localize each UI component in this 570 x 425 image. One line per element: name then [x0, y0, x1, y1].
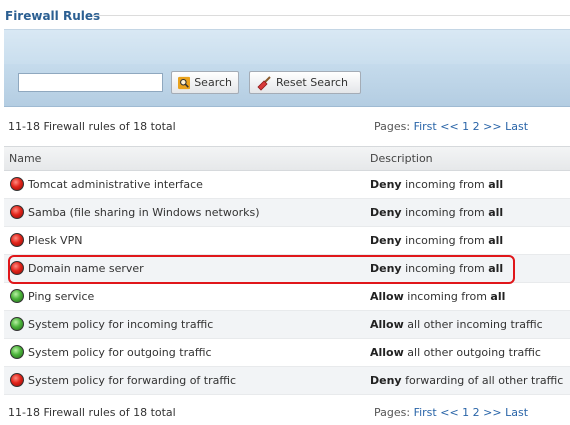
reset-button-label: Reset Search: [276, 76, 349, 89]
rule-action: Allow: [370, 346, 404, 359]
pages-label: Pages:: [374, 120, 411, 133]
table-row[interactable]: Domain name server Deny incoming from all: [4, 255, 570, 283]
search-icon: [178, 76, 191, 89]
first-page-link[interactable]: First: [414, 120, 437, 133]
section-header: Firewall Rules: [0, 0, 570, 28]
rule-description: Deny incoming from all: [370, 178, 503, 191]
rule-description: Deny incoming from all: [370, 262, 503, 275]
search-input[interactable]: [18, 73, 163, 92]
prev-page-link[interactable]: <<: [440, 120, 458, 133]
rule-name-link[interactable]: Domain name server: [28, 262, 144, 275]
status-deny-icon: [10, 233, 24, 247]
table-header: Name Description: [4, 146, 570, 171]
table-row[interactable]: System policy for outgoing traffic Allow …: [4, 339, 570, 367]
table-row[interactable]: Ping service Allow incoming from all: [4, 283, 570, 311]
table-row[interactable]: System policy for forwarding of traffic D…: [4, 367, 570, 395]
pagination-bar-bottom: 11-18 Firewall rules of 18 total Pages: …: [4, 400, 570, 425]
rule-target: all: [488, 262, 504, 275]
toolbar-band: [4, 29, 570, 65]
column-header-name[interactable]: Name: [9, 152, 41, 165]
title-divider: [94, 15, 570, 16]
pagination: Pages: First << 1 2 >> Last: [374, 120, 528, 133]
rule-description: Allow incoming from all: [370, 290, 505, 303]
rule-scope: incoming from: [405, 234, 485, 247]
rule-name-link[interactable]: Ping service: [28, 290, 94, 303]
rule-name-link[interactable]: Plesk VPN: [28, 234, 82, 247]
reset-search-button[interactable]: Reset Search: [249, 71, 361, 94]
rule-action: Allow: [370, 290, 404, 303]
rule-action: Allow: [370, 318, 404, 331]
rule-action: Deny: [370, 374, 402, 387]
table-row[interactable]: Samba (file sharing in Windows networks)…: [4, 199, 570, 227]
pages-label-bottom: Pages:: [374, 406, 411, 419]
rule-description: Deny incoming from all: [370, 206, 503, 219]
rule-scope: incoming from: [405, 262, 485, 275]
last-page-link-bottom[interactable]: Last: [505, 406, 528, 419]
table-row[interactable]: Plesk VPN Deny incoming from all: [4, 227, 570, 255]
next-page-link[interactable]: >>: [483, 120, 501, 133]
status-allow-icon: [10, 289, 24, 303]
rule-description: Allow all other outgoing traffic: [370, 346, 541, 359]
rule-scope: all other incoming traffic: [407, 318, 543, 331]
rule-name-link[interactable]: System policy for outgoing traffic: [28, 346, 212, 359]
rule-target: all: [488, 234, 504, 247]
rule-description: Allow all other incoming traffic: [370, 318, 543, 331]
page-1-link-bottom[interactable]: 1: [462, 406, 469, 419]
table-body: Tomcat administrative interface Deny inco…: [4, 171, 570, 395]
rule-scope: incoming from: [407, 290, 487, 303]
rule-count: 11-18 Firewall rules of 18 total: [8, 120, 176, 133]
table-row[interactable]: System policy for incoming traffic Allow …: [4, 311, 570, 339]
search-button[interactable]: Search: [171, 71, 239, 94]
search-button-label: Search: [194, 76, 232, 89]
rule-scope: incoming from: [405, 206, 485, 219]
table-row[interactable]: Tomcat administrative interface Deny inco…: [4, 171, 570, 199]
rule-target: all: [490, 290, 506, 303]
section-title: Firewall Rules: [5, 9, 101, 23]
rule-description: Deny forwarding of all other traffic: [370, 374, 563, 387]
status-deny-icon: [10, 205, 24, 219]
rule-scope: all other outgoing traffic: [407, 346, 541, 359]
next-page-link-bottom[interactable]: >>: [483, 406, 501, 419]
status-deny-icon: [10, 177, 24, 191]
prev-page-link-bottom[interactable]: <<: [440, 406, 458, 419]
status-allow-icon: [10, 345, 24, 359]
page-2-link-bottom[interactable]: 2: [473, 406, 480, 419]
status-allow-icon: [10, 317, 24, 331]
rule-action: Deny: [370, 262, 402, 275]
rule-scope: incoming from: [405, 178, 485, 191]
rule-name-link[interactable]: System policy for incoming traffic: [28, 318, 213, 331]
rule-scope: forwarding of all other traffic: [405, 374, 564, 387]
last-page-link[interactable]: Last: [505, 120, 528, 133]
pagination-bottom: Pages: First << 1 2 >> Last: [374, 406, 528, 419]
status-deny-icon: [10, 261, 24, 275]
rule-action: Deny: [370, 234, 402, 247]
column-header-description[interactable]: Description: [370, 152, 433, 165]
search-bar: Search Reset Search: [4, 64, 570, 107]
rule-name-link[interactable]: System policy for forwarding of traffic: [28, 374, 236, 387]
rule-target: all: [488, 178, 504, 191]
rule-action: Deny: [370, 206, 402, 219]
status-deny-icon: [10, 373, 24, 387]
first-page-link-bottom[interactable]: First: [414, 406, 437, 419]
rule-action: Deny: [370, 178, 402, 191]
rule-target: all: [488, 206, 504, 219]
rule-name-link[interactable]: Tomcat administrative interface: [28, 178, 203, 191]
pagination-bar-top: 11-18 Firewall rules of 18 total Pages: …: [4, 114, 570, 139]
firewall-rules-table: Name Description Tomcat administrative i…: [4, 146, 570, 395]
rule-count-bottom: 11-18 Firewall rules of 18 total: [8, 406, 176, 419]
rule-description: Deny incoming from all: [370, 234, 503, 247]
broom-icon: [257, 75, 271, 91]
page-2-link[interactable]: 2: [473, 120, 480, 133]
page-1-link[interactable]: 1: [462, 120, 469, 133]
rule-name-link[interactable]: Samba (file sharing in Windows networks): [28, 206, 260, 219]
